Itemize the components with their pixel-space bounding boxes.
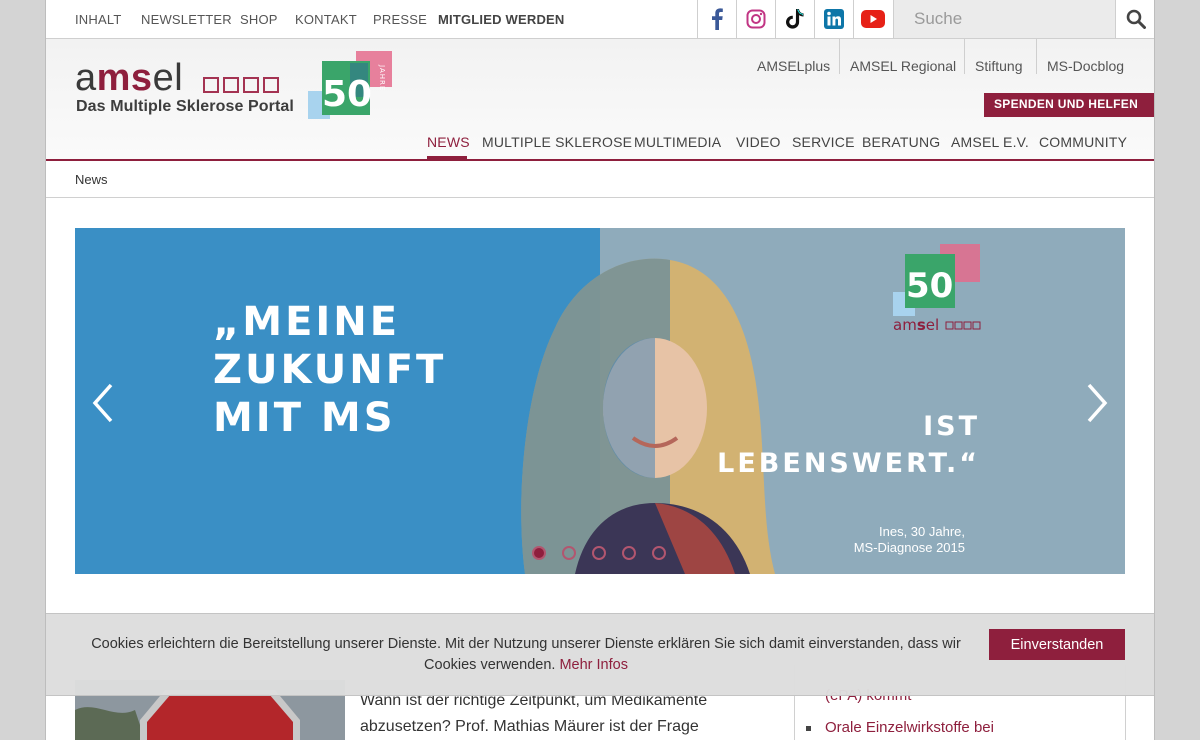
tiktok-button[interactable] <box>775 0 814 38</box>
header-link-amsel-regional[interactable]: AMSEL Regional <box>850 58 956 74</box>
slider-dot-3[interactable] <box>592 546 606 560</box>
slider-dot-5[interactable] <box>652 546 666 560</box>
slider-dot-1[interactable] <box>532 546 546 560</box>
logo-subtitle: Das Multiple Sklerose Portal <box>76 98 294 115</box>
slide-caption-line2: MS-Diagnose 2015 <box>853 540 965 555</box>
cookie-message: Cookies erleichtern die Bereitstellung u… <box>91 636 961 673</box>
slide-quote-right: IST LEBENSWERT.“ <box>717 411 980 479</box>
header-link-stiftung[interactable]: Stiftung <box>975 58 1022 74</box>
header-link-ms-docblog[interactable]: MS-Docblog <box>1047 58 1124 74</box>
top-link-presse[interactable]: PRESSE <box>373 12 427 27</box>
site-logo[interactable]: amsel Das Multiple Sklerose Portal <box>75 57 294 115</box>
nav-multimedia[interactable]: MULTIMEDIA <box>634 134 721 150</box>
donate-button[interactable]: SPENDEN UND HELFEN <box>984 93 1154 117</box>
search-box <box>893 0 1115 38</box>
svg-text:amsel: amsel <box>893 316 939 334</box>
breadcrumb-current: News <box>75 172 108 187</box>
nav-multiple-sklerose[interactable]: MULTIPLE SKLEROSE <box>482 134 632 150</box>
page: INHALT NEWSLETTER SHOP KONTAKT PRESSE MI… <box>45 0 1155 740</box>
site-header: amsel Das Multiple Sklerose Portal 50 JA… <box>46 39 1154 161</box>
badge-label: JAHRE <box>378 64 386 91</box>
facebook-icon <box>712 8 723 30</box>
tiktok-icon <box>786 9 804 29</box>
youtube-icon <box>861 10 885 28</box>
slider-dots <box>532 546 666 560</box>
hero-slider: „MEINE ZUKUNFT MIT MS IST LEBENSWERT.“ I… <box>75 228 1125 574</box>
breadcrumb: News <box>46 161 1154 198</box>
linkedin-icon <box>824 9 844 29</box>
slider-dot-2[interactable] <box>562 546 576 560</box>
youtube-button[interactable] <box>853 0 892 38</box>
cookie-banner: Cookies erleichtern die Bereitstellung u… <box>46 613 1154 696</box>
nav-active-indicator <box>427 156 467 160</box>
slide-caption: Ines, 30 Jahre, MS-Diagnose 2015 <box>854 524 965 556</box>
article-teaser-line2: abzusetzen? Prof. Mathias Mäurer ist der… <box>360 718 699 735</box>
top-link-kontakt[interactable]: KONTAKT <box>295 12 357 27</box>
nav-service[interactable]: SERVICE <box>792 134 855 150</box>
facebook-button[interactable] <box>697 0 736 38</box>
top-link-shop[interactable]: SHOP <box>240 12 278 27</box>
list-bullet <box>806 726 811 731</box>
slide-caption-line1: Ines, 30 Jahre, <box>879 524 965 539</box>
anniversary-badge-icon: 50 JAHRE <box>308 51 392 119</box>
logo-squares <box>203 77 279 93</box>
linkedin-button[interactable] <box>814 0 853 38</box>
slider-prev-arrow-icon[interactable] <box>91 383 115 423</box>
cookie-more-info-link[interactable]: Mehr Infos <box>559 657 628 673</box>
cookie-accept-button[interactable]: Einverstanden <box>989 629 1125 660</box>
search-input[interactable] <box>914 9 1104 29</box>
logo-wordmark: amsel <box>75 57 184 99</box>
top-link-mitglied-werden[interactable]: MITGLIED WERDEN <box>438 12 565 27</box>
nav-news[interactable]: NEWS <box>427 134 470 150</box>
top-bar: INHALT NEWSLETTER SHOP KONTAKT PRESSE MI… <box>46 0 1154 39</box>
nav-amsel-ev[interactable]: AMSEL E.V. <box>951 134 1029 150</box>
cookie-text: Cookies erleichtern die Bereitstellung u… <box>68 634 984 676</box>
search-icon <box>1126 9 1146 29</box>
top-link-inhalt[interactable]: INHALT <box>75 12 121 27</box>
sidebar-item-orale-einzelwirkstoffe[interactable]: Orale Einzelwirkstoffe bei <box>825 719 994 736</box>
search-button[interactable] <box>1115 0 1154 38</box>
badge-number: 50 <box>322 74 372 115</box>
slide-quote-left: „MEINE ZUKUNFT MIT MS <box>213 299 447 441</box>
top-link-newsletter[interactable]: NEWSLETTER <box>141 12 232 27</box>
nav-video[interactable]: VIDEO <box>736 134 781 150</box>
instagram-button[interactable] <box>736 0 775 38</box>
nav-community[interactable]: COMMUNITY <box>1039 134 1127 150</box>
slider-next-arrow-icon[interactable] <box>1085 383 1109 423</box>
slide-anniversary-logo-icon: 50 amsel <box>893 244 981 334</box>
header-link-amselplus[interactable]: AMSELplus <box>757 58 830 74</box>
slide-badge-number: 50 <box>906 266 953 306</box>
instagram-icon <box>746 9 766 29</box>
slider-dot-4[interactable] <box>622 546 636 560</box>
nav-beratung[interactable]: BERATUNG <box>862 134 940 150</box>
